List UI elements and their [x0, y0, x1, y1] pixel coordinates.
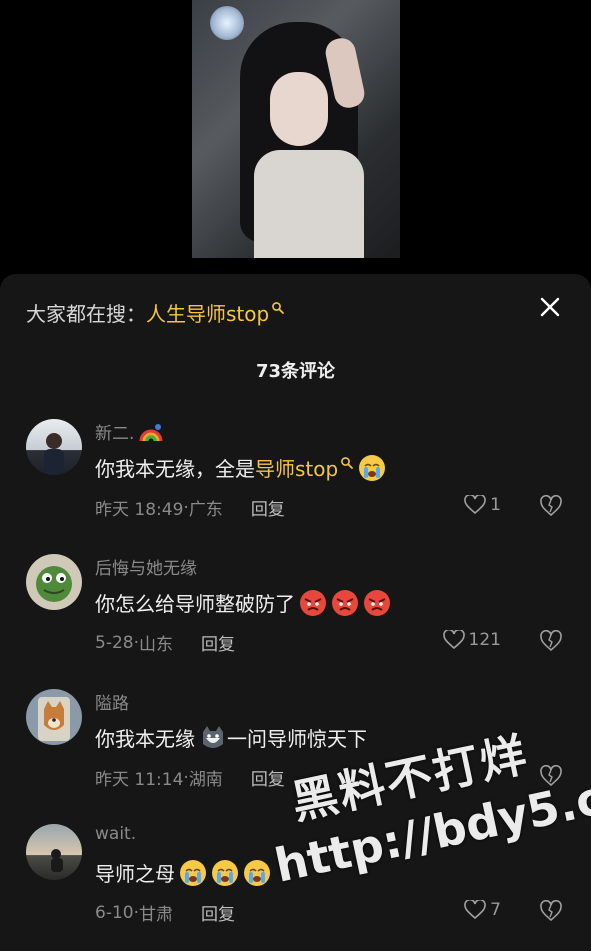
angry-emoji — [364, 589, 390, 616]
crying-emoji — [180, 859, 206, 886]
frog-avatar-figure — [36, 566, 72, 602]
like-button[interactable]: 7 — [464, 900, 501, 920]
comment-text: 导师之母 — [95, 858, 271, 887]
highlight-text: 导师stop — [255, 457, 339, 481]
comment-time: 昨天 11:14 — [95, 770, 184, 790]
avatar[interactable] — [26, 689, 82, 745]
dislike-button[interactable] — [539, 899, 563, 926]
angry-emoji — [300, 589, 326, 616]
like-count: 7 — [490, 900, 501, 920]
comment-location: 甘肃 — [139, 905, 173, 925]
comment-meta: 5-28 · 山东 回复 — [95, 630, 235, 656]
avatar[interactable] — [26, 554, 82, 610]
comment-location: 山东 — [139, 635, 173, 655]
comment-username[interactable]: wait. — [95, 824, 136, 844]
broken-heart-icon — [540, 629, 562, 652]
sea-avatar-figure — [51, 849, 63, 872]
comment-text-part: 你我本无缘 — [95, 727, 195, 751]
username-text: 后悔与她无缘 — [95, 559, 197, 579]
search-prefix: 大家都在搜： — [26, 302, 146, 326]
search-suggestion-link[interactable]: 人生导师stop — [146, 298, 285, 327]
comment-text-part: 你我本无缘，全是 — [95, 457, 255, 481]
comment-location: 湖南 — [188, 770, 223, 790]
comment-time: 5-28 — [95, 632, 134, 653]
search-suggestion: 大家都在搜： 人生导师stop — [26, 298, 285, 327]
avatar[interactable] — [26, 824, 82, 880]
comment-time: 昨天 18:49 — [95, 500, 184, 520]
comment-username[interactable]: 隘路 — [95, 689, 129, 714]
like-button[interactable]: 121 — [442, 630, 501, 650]
reply-button[interactable]: 回复 — [201, 900, 235, 925]
comment-text: 你怎么给导师整破防了 — [95, 588, 391, 617]
comment-text: 你我本无缘，全是 导师stop — [95, 453, 386, 482]
crying-emoji — [212, 859, 238, 886]
like-count: 1 — [490, 495, 501, 515]
like-button[interactable]: 1 — [464, 495, 501, 515]
face-shape — [270, 72, 328, 146]
dog-avatar-figure — [38, 697, 70, 741]
comment-text-part: 一问导师惊天下 — [227, 727, 367, 751]
close-icon — [540, 297, 560, 317]
broken-heart-icon — [540, 899, 562, 922]
comment-username[interactable]: 新二. — [95, 419, 164, 444]
comment-meta: 昨天 11:14 · 湖南 回复 — [95, 765, 285, 791]
rainbow-emoji — [139, 423, 163, 441]
reply-button[interactable]: 回复 — [251, 765, 285, 790]
shirt-shape — [254, 150, 364, 258]
like-count: 121 — [468, 630, 501, 650]
lamp-shape — [210, 6, 244, 40]
comment-search-link[interactable]: 导师stop — [255, 453, 354, 482]
crying-emoji — [359, 454, 386, 481]
cat-emoji — [203, 725, 223, 748]
reply-button[interactable]: 回复 — [251, 495, 285, 520]
dislike-button[interactable] — [539, 629, 563, 656]
video-thumbnail[interactable] — [192, 0, 400, 258]
close-button[interactable] — [533, 290, 567, 324]
heart-icon — [464, 495, 486, 515]
avatar[interactable] — [26, 419, 82, 475]
search-icon — [341, 456, 354, 469]
comment-location: 广东 — [188, 500, 223, 520]
comment-meta: 6-10 · 甘肃 回复 — [95, 900, 235, 926]
comment-text-part: 导师之母 — [95, 862, 175, 886]
broken-heart-icon — [540, 494, 562, 517]
comment-username[interactable]: 后悔与她无缘 — [95, 554, 197, 579]
comment-time: 6-10 — [95, 902, 134, 923]
avatar-figure — [44, 433, 64, 475]
comment-text-part: 你怎么给导师整破防了 — [95, 592, 295, 616]
username-text: wait. — [95, 824, 137, 844]
angry-emoji — [332, 589, 358, 616]
username-text: 隘路 — [95, 694, 129, 714]
username-text: 新二. — [95, 424, 135, 444]
dislike-button[interactable] — [539, 494, 563, 521]
crying-emoji — [244, 859, 270, 886]
heart-icon — [442, 630, 465, 650]
search-query: 人生导师stop — [146, 302, 270, 326]
comment-meta: 昨天 18:49 · 广东 回复 — [95, 495, 285, 521]
video-area[interactable] — [0, 0, 591, 280]
search-icon — [272, 301, 285, 314]
comment-text: 你我本无缘 一问导师惊天下 — [95, 723, 367, 752]
reply-button[interactable]: 回复 — [201, 630, 235, 655]
comments-count-title: 73条评论 — [255, 361, 336, 382]
heart-icon — [464, 900, 486, 920]
